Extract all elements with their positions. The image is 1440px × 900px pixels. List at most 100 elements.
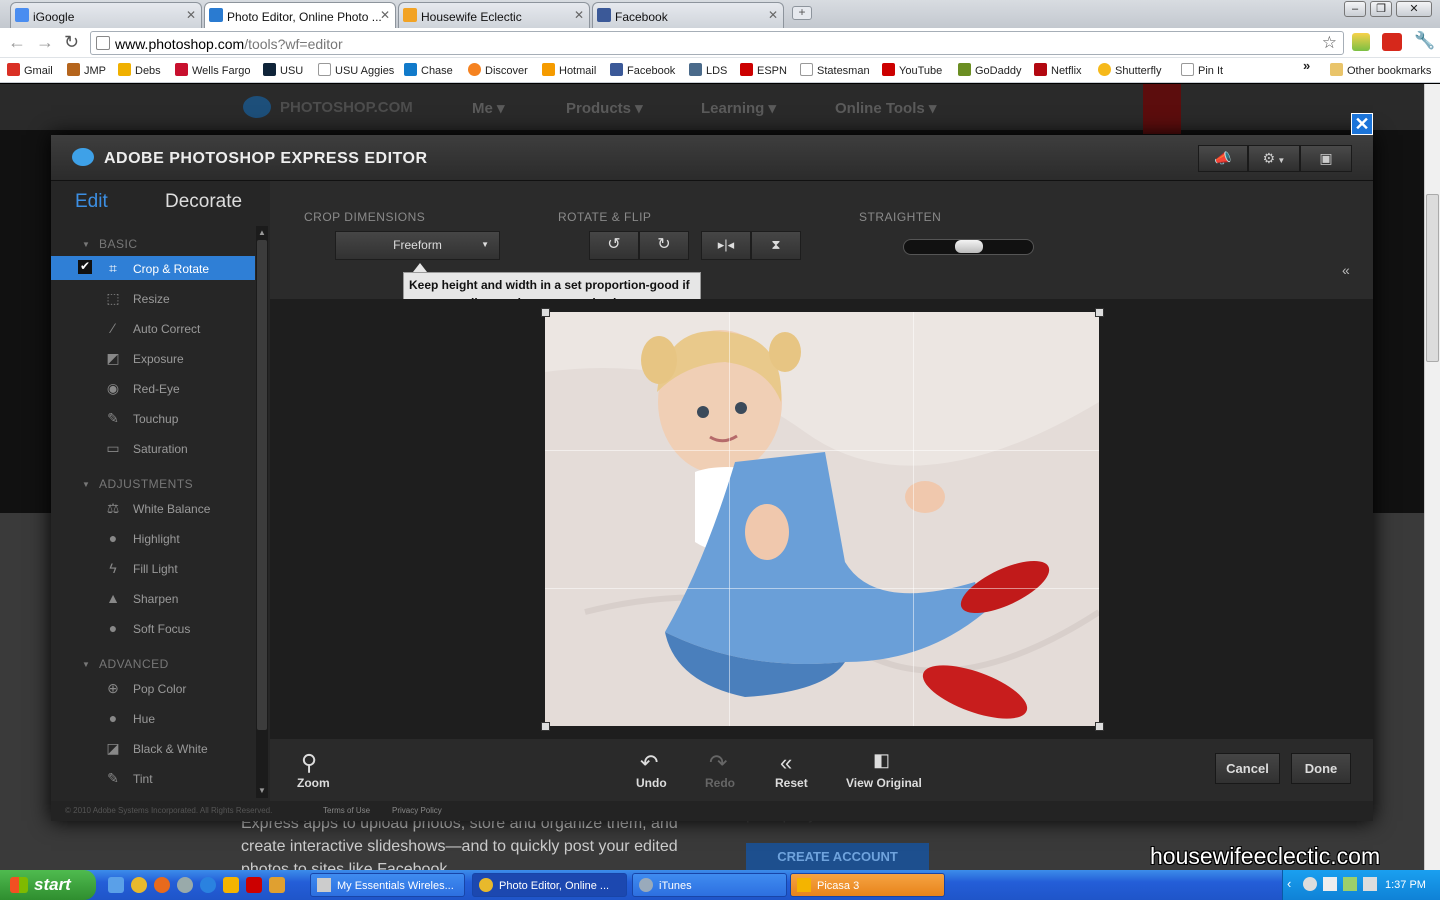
tab-edit[interactable]: Edit: [75, 191, 108, 213]
scroll-down-icon[interactable]: ▼: [258, 786, 266, 795]
chevron-down-icon[interactable]: ▼: [82, 480, 90, 489]
page-scrollbar[interactable]: [1424, 84, 1440, 870]
terms-link[interactable]: Terms of Use: [323, 806, 370, 815]
view-original-button[interactable]: View Original: [846, 776, 922, 790]
view-original-icon[interactable]: ◧: [873, 750, 890, 771]
tab-igoogle[interactable]: iGoogle ✕: [10, 2, 202, 28]
tool-hue[interactable]: ● Hue: [51, 706, 255, 730]
reset-icon[interactable]: «: [780, 750, 792, 776]
close-tab-icon[interactable]: ✕: [186, 8, 196, 22]
create-account-button[interactable]: CREATE ACCOUNT: [746, 843, 929, 870]
firefox-icon[interactable]: [154, 877, 170, 893]
crop-handle-bottom-left[interactable]: [541, 722, 550, 731]
new-tab-button[interactable]: +: [792, 6, 812, 20]
tool-exposure[interactable]: ◩ Exposure: [51, 346, 255, 370]
restore-button[interactable]: ❐: [1370, 1, 1392, 17]
nav-products[interactable]: Products ▾: [566, 99, 643, 117]
forward-arrow-icon[interactable]: →: [36, 32, 54, 53]
cancel-button[interactable]: Cancel: [1215, 753, 1280, 784]
scroll-up-icon[interactable]: ▲: [258, 228, 266, 237]
redo-button[interactable]: Redo: [705, 776, 735, 790]
itunes-quicklaunch-icon[interactable]: [177, 877, 193, 893]
straighten-slider-knob[interactable]: [955, 240, 983, 253]
chrome-icon[interactable]: [131, 877, 147, 893]
tool-soft-focus[interactable]: ● Soft Focus: [51, 616, 255, 640]
bookmark-debs[interactable]: Debs: [118, 63, 161, 77]
tool-black-white[interactable]: ◪ Black & White: [51, 736, 255, 760]
start-button[interactable]: start: [0, 870, 96, 900]
collapse-panel-icon[interactable]: «: [1342, 262, 1350, 278]
tool-tint[interactable]: ✎ Tint: [51, 766, 255, 790]
rotate-left-button[interactable]: ↺: [589, 231, 639, 260]
tool-touchup[interactable]: ✎ Touchup: [51, 406, 255, 430]
crop-dimensions-dropdown[interactable]: Freeform ▼: [335, 231, 500, 260]
internet-explorer-icon[interactable]: [200, 877, 216, 893]
close-tab-icon[interactable]: ✕: [380, 8, 390, 22]
quicklaunch-icon[interactable]: [269, 877, 285, 893]
section-basic[interactable]: BASIC: [99, 237, 138, 251]
tab-decorate[interactable]: Decorate: [165, 191, 242, 213]
speaker-icon[interactable]: [1323, 877, 1337, 891]
tool-sharpen[interactable]: ▲ Sharpen: [51, 586, 255, 610]
bookmark-lds[interactable]: LDS: [689, 63, 727, 77]
section-advanced[interactable]: ADVANCED: [99, 657, 169, 671]
bookmark-usu[interactable]: USU: [263, 63, 303, 77]
done-button[interactable]: Done: [1291, 753, 1351, 784]
close-tab-icon[interactable]: ✕: [574, 8, 584, 22]
bookmark-other[interactable]: Other bookmarks: [1330, 63, 1431, 77]
undo-icon[interactable]: ↶: [640, 750, 658, 776]
taskbar-item-my-essentials[interactable]: My Essentials Wireles...: [310, 873, 465, 897]
close-editor-button[interactable]: ✕: [1351, 113, 1373, 135]
tool-resize[interactable]: ⬚ Resize: [51, 286, 255, 310]
bookmark-gmail[interactable]: Gmail: [7, 63, 53, 77]
tool-white-balance[interactable]: ⚖ White Balance: [51, 496, 255, 520]
bookmark-statesman[interactable]: Statesman: [800, 63, 870, 77]
flip-vertical-button[interactable]: ⧗: [751, 231, 801, 260]
crop-handle-top-left[interactable]: [541, 308, 550, 317]
bookmark-chase[interactable]: Chase: [404, 63, 453, 77]
wrench-icon[interactable]: 🔧: [1414, 31, 1435, 51]
bookmark-pin-it[interactable]: Pin It: [1181, 63, 1223, 77]
tool-pop-color[interactable]: ⊕ Pop Color: [51, 676, 255, 700]
reset-button[interactable]: Reset: [775, 776, 808, 790]
site-logo[interactable]: PHOTOSHOP.COM: [280, 99, 413, 116]
bookmark-shutterfly[interactable]: Shutterfly: [1098, 63, 1161, 77]
bookmark-netflix[interactable]: Netflix: [1034, 63, 1082, 77]
undo-button[interactable]: Undo: [636, 776, 667, 790]
bookmark-discover[interactable]: Discover: [468, 63, 528, 77]
bookmark-youtube[interactable]: YouTube: [882, 63, 942, 77]
chevron-down-icon[interactable]: ▼: [82, 240, 90, 249]
window-close-button[interactable]: ✕: [1396, 1, 1432, 17]
bookmark-godaddy[interactable]: GoDaddy: [958, 63, 1021, 77]
reload-icon[interactable]: ↻: [64, 32, 79, 53]
bookmark-hotmail[interactable]: Hotmail: [542, 63, 596, 77]
tray-collapse-icon[interactable]: ‹: [1287, 876, 1291, 891]
star-icon[interactable]: ☆: [1322, 33, 1337, 53]
bookmark-facebook[interactable]: Facebook: [610, 63, 675, 77]
zoom-button[interactable]: Zoom: [297, 776, 330, 790]
rotate-right-button[interactable]: ↻: [639, 231, 689, 260]
chevron-down-icon[interactable]: ▼: [82, 660, 90, 669]
tab-photo-editor[interactable]: Photo Editor, Online Photo ... ✕: [204, 2, 396, 28]
nav-online-tools[interactable]: Online Tools ▾: [835, 99, 936, 117]
photo[interactable]: [545, 312, 1099, 726]
feedback-megaphone-button[interactable]: 📣: [1198, 145, 1248, 172]
tool-saturation[interactable]: ▭ Saturation: [51, 436, 255, 460]
bookmarks-overflow-button[interactable]: »: [1303, 58, 1310, 73]
page-scroll-thumb[interactable]: [1426, 194, 1439, 362]
taskbar-item-itunes[interactable]: iTunes: [632, 873, 787, 897]
extension-icon[interactable]: [1352, 33, 1370, 51]
taskbar-item-photo-editor[interactable]: Photo Editor, Online ...: [472, 873, 627, 897]
back-arrow-icon[interactable]: ←: [8, 32, 26, 53]
usb-icon[interactable]: [1363, 877, 1377, 891]
nav-learning[interactable]: Learning ▾: [701, 99, 776, 117]
minimize-button[interactable]: –: [1344, 1, 1366, 17]
magnifier-icon[interactable]: ⚲: [301, 750, 317, 776]
calendar-extension-icon[interactable]: [1382, 33, 1402, 51]
sidebar-scroll-thumb[interactable]: [257, 240, 267, 730]
power-icon[interactable]: [1343, 877, 1357, 891]
close-tab-icon[interactable]: ✕: [768, 8, 778, 22]
tool-fill-light[interactable]: ϟ Fill Light: [51, 556, 255, 580]
bookmark-jmp[interactable]: JMP: [67, 63, 106, 77]
settings-button[interactable]: ⚙ ▼: [1248, 145, 1300, 172]
